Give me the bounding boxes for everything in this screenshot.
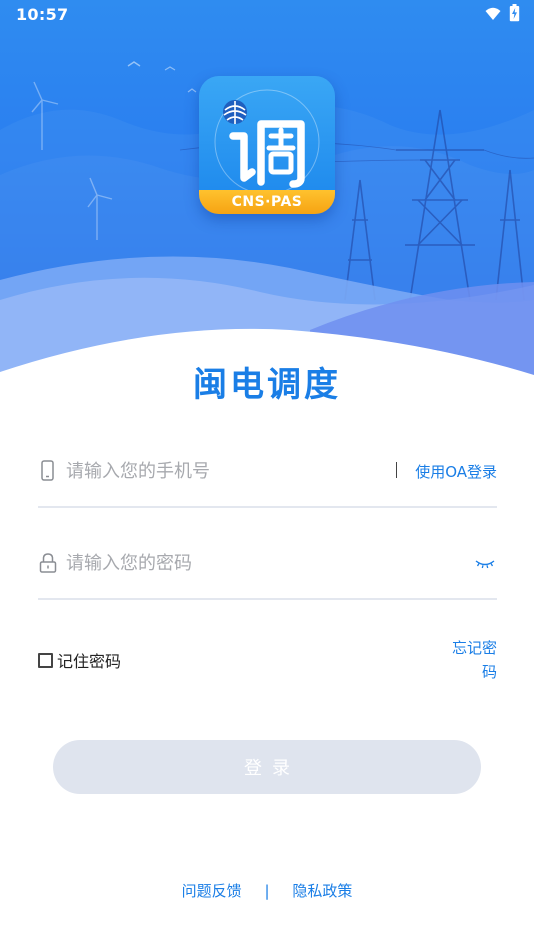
wifi-icon — [485, 6, 501, 25]
status-time: 10:57 — [16, 5, 69, 24]
phone-field: 使用OA登录 — [38, 446, 497, 508]
battery-charging-icon — [509, 4, 520, 26]
phone-icon — [38, 460, 58, 482]
password-input[interactable] — [66, 548, 366, 578]
logo-ribbon: CNS·PAS — [199, 190, 335, 214]
feedback-link[interactable]: 问题反馈 — [182, 880, 242, 901]
remember-password-checkbox[interactable]: 记住密码 — [38, 648, 121, 672]
phone-input[interactable] — [66, 456, 366, 486]
checkbox-box[interactable] — [38, 652, 53, 668]
oa-login-link[interactable]: 使用OA登录 — [415, 461, 497, 482]
app-logo: CNS·PAS — [199, 76, 335, 214]
password-field — [38, 538, 497, 600]
footer-separator: | — [264, 881, 270, 900]
app-title: 闽电调度 — [193, 365, 341, 405]
forgot-password-link[interactable]: 忘记密码 — [445, 636, 497, 684]
remember-password-label: 记住密码 — [57, 652, 122, 671]
oa-separator — [396, 462, 397, 478]
status-icons — [485, 4, 520, 26]
lock-icon — [38, 552, 58, 574]
eye-closed-icon[interactable] — [475, 556, 495, 570]
status-bar: 10:57 — [0, 0, 534, 30]
login-button[interactable]: 登录 — [53, 740, 481, 794]
privacy-policy-link[interactable]: 隐私政策 — [292, 880, 352, 901]
footer-links: 问题反馈 | 隐私政策 — [0, 880, 534, 901]
state-grid-seal-icon — [214, 89, 320, 195]
